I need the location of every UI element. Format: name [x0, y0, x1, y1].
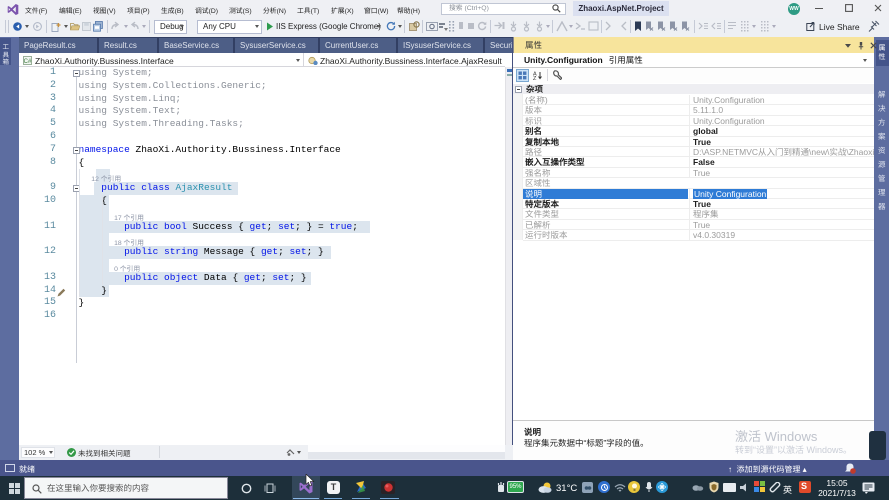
svg-text:C#: C#	[24, 59, 32, 65]
